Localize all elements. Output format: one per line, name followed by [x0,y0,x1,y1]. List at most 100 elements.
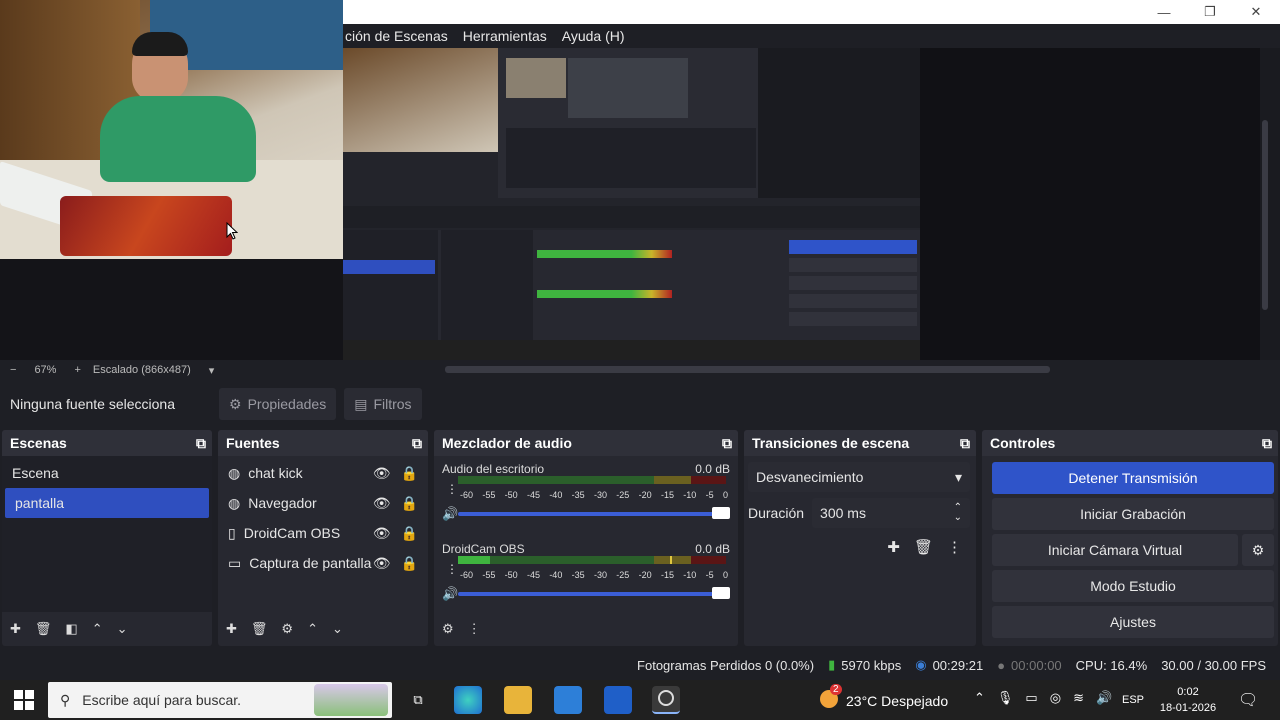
volume-icon[interactable]: 🔊 [1096,690,1112,706]
mixer-channel-desktop: Audio del escritorio 0.0 dB ⋮ -60 -55 -50 -4… [434,456,738,536]
volume-slider-handle[interactable] [712,507,730,519]
start-virtual-camera-button[interactable]: Iniciar Cámara Virtual [992,534,1238,566]
taskbar-search[interactable]: ⚲ Escribe aquí para buscar. [48,682,392,718]
menu-help[interactable]: Ayuda (H) [562,28,625,44]
eye-icon[interactable]: 👁 [373,465,391,482]
undock-icon[interactable]: ⧉ [1262,435,1272,452]
store-icon[interactable] [554,686,582,714]
taskbar-clock[interactable]: 0:02 18-01-2026 [1158,684,1218,716]
add-icon[interactable]: ✚ [887,538,900,556]
undock-icon[interactable]: ⧉ [196,435,206,452]
display-icon[interactable]: ▭ [1025,690,1037,706]
menu-scene-collection[interactable]: ción de Escenas [345,28,448,44]
virtual-camera-settings-button[interactable]: ⚙ [1242,534,1274,566]
eye-icon[interactable]: 👁 [373,495,391,512]
start-recording-button[interactable]: Iniciar Grabación [992,498,1274,530]
source-label: DroidCam OBS [243,525,341,541]
microphone-icon[interactable]: 🎙 [997,690,1014,706]
undock-icon[interactable]: ⧉ [960,435,970,452]
channel-name: DroidCam OBS [442,542,525,556]
zoom-out-button[interactable]: − [10,364,16,376]
arrow-up-icon[interactable]: ⌃ [307,621,318,637]
source-item-captura[interactable]: ▭ Captura de pantalla 👁 🔒 [218,548,428,578]
maximize-icon: ❐ [1204,4,1216,19]
duration-value: 300 ms [820,505,866,521]
undock-icon[interactable]: ⧉ [722,435,732,452]
scene-item-pantalla[interactable]: pantalla [5,488,209,518]
kebab-menu-icon[interactable]: ⋮ [446,562,458,576]
stop-streaming-button[interactable]: Detener Transmisión [992,462,1274,494]
wifi-icon[interactable]: ≋ [1073,690,1084,706]
weather-widget[interactable]: 2 23°C Despejado [820,684,948,711]
volume-slider[interactable] [458,507,730,519]
speaker-icon[interactable]: 🔊 [442,586,458,602]
sources-dock: Fuentes ⧉ ◍ chat kick 👁 🔒 ◍ Navegador 👁 🔒 … [218,430,428,646]
scene-item-escena[interactable]: Escena [2,458,212,488]
add-icon[interactable]: ✚ [10,621,21,637]
obs-taskbar-icon[interactable] [652,686,680,714]
fps-status: 30.00 / 30.00 FPS [1161,657,1266,673]
screen-capture-feed [343,48,920,360]
camera-icon[interactable]: ◎ [1050,690,1061,706]
settings-button[interactable]: Ajustes [992,606,1274,638]
add-icon[interactable]: ✚ [226,621,237,637]
transition-select[interactable]: Desvanecimiento ▾ [748,462,970,492]
nested-webcam [343,48,498,152]
preview-hscrollbar[interactable] [445,366,1050,373]
trash-icon[interactable]: 🗑 [35,621,52,637]
trash-icon[interactable]: 🗑 [251,621,268,637]
speaker-icon[interactable]: 🔊 [442,506,458,522]
notifications-icon[interactable]: 🗨 [1238,690,1258,710]
source-item-chat-kick[interactable]: ◍ chat kick 👁 🔒 [218,458,428,488]
source-item-navegador[interactable]: ◍ Navegador 👁 🔒 [218,488,428,518]
spin-arrows-icon[interactable]: ⌃ ⌄ [954,503,962,523]
browser-globe-icon: ◍ [228,494,241,511]
filter-icon[interactable]: ◧ [65,621,77,637]
language-indicator[interactable]: ESP [1122,694,1144,706]
source-label: Navegador [248,495,317,511]
windows-start-icon[interactable] [14,690,34,710]
menu-bar: ción de Escenas Herramientas Ayuda (H) [343,24,1280,48]
channel-db: 0.0 dB [695,462,730,476]
eye-icon[interactable]: 👁 [373,555,391,572]
kebab-menu-icon[interactable]: ⋮ [446,482,458,496]
volume-meter [458,556,726,564]
studio-mode-button[interactable]: Modo Estudio [992,570,1274,602]
mixer-header: Mezclador de audio ⧉ [434,430,738,456]
eye-icon[interactable]: 👁 [373,525,391,542]
outlook-icon[interactable] [604,686,632,714]
chevron-down-icon[interactable]: ▾ [209,364,215,377]
volume-slider-handle[interactable] [712,587,730,599]
mixer-toolbar: ⚙ ⋮ [434,612,738,646]
menu-tools[interactable]: Herramientas [463,28,547,44]
trash-icon[interactable]: 🗑 [914,538,933,556]
edge-icon[interactable] [454,686,482,714]
duration-spinbox[interactable]: 300 ms ⌃ ⌄ [812,498,970,528]
arrow-down-icon[interactable]: ⌄ [332,621,343,637]
task-view-icon[interactable]: ⧉ [404,686,432,714]
preview-vscrollbar[interactable] [1262,120,1268,310]
lock-icon[interactable]: 🔒 [401,495,418,512]
lock-icon[interactable]: 🔒 [401,555,418,572]
arrow-down-icon[interactable]: ⌄ [117,621,128,637]
gear-icon[interactable]: ⚙ [281,621,293,637]
arrow-up-icon[interactable]: ⌃ [92,621,103,637]
kebab-menu-icon[interactable]: ⋮ [468,621,481,637]
close-button[interactable]: ✕ [1233,0,1279,24]
properties-button[interactable]: ⚙ Propiedades [219,388,337,420]
lock-icon[interactable]: 🔒 [401,465,418,482]
kebab-menu-icon[interactable]: ⋮ [947,538,962,556]
minimize-button[interactable]: — [1141,0,1187,24]
duration-label: Duración [748,505,805,521]
undock-icon[interactable]: ⧉ [412,435,422,452]
file-explorer-icon[interactable] [504,686,532,714]
lock-icon[interactable]: 🔒 [401,525,418,542]
source-item-droidcam[interactable]: ▯ DroidCam OBS 👁 🔒 [218,518,428,548]
volume-slider[interactable] [458,587,730,599]
filters-button[interactable]: ▤ Filtros [344,388,422,420]
advanced-audio-icon[interactable]: ⚙ [442,621,454,637]
maximize-button[interactable]: ❐ [1187,0,1233,24]
chevron-up-icon[interactable]: ⌃ [974,690,985,706]
zoom-in-button[interactable]: + [74,364,80,376]
source-label: chat kick [248,465,303,481]
